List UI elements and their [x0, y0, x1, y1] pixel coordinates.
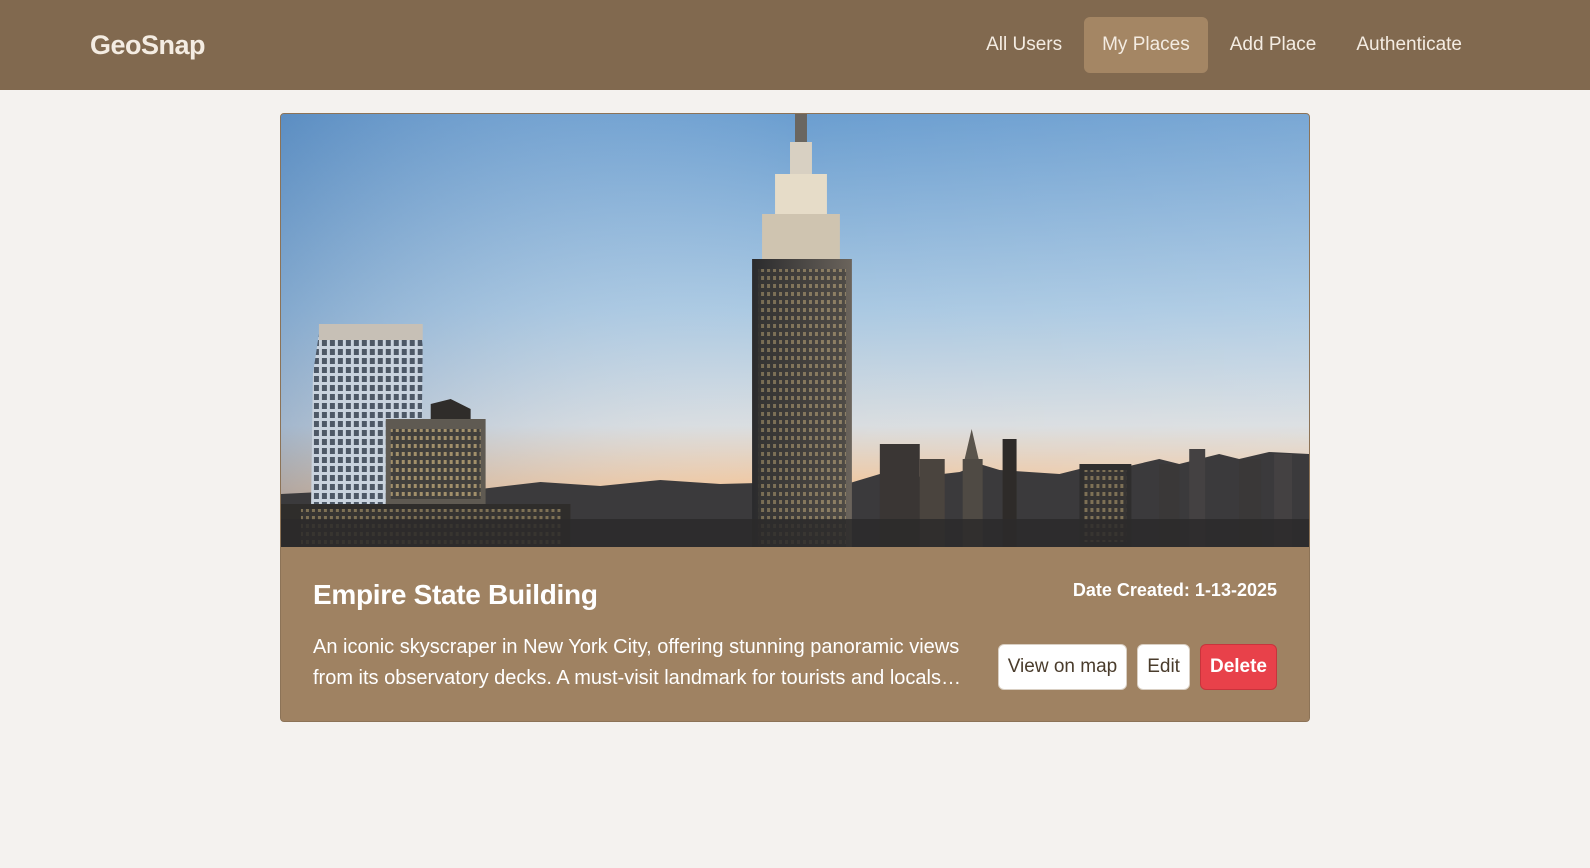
app-logo[interactable]: GeoSnap: [90, 30, 206, 61]
navbar: GeoSnap All Users My Places Add Place Au…: [0, 0, 1590, 90]
place-description: An iconic skyscraper in New York City, o…: [313, 636, 960, 689]
place-card-body: Empire State Building Date Created: 1-13…: [281, 547, 1309, 721]
place-title: Empire State Building: [313, 579, 598, 610]
edit-button[interactable]: Edit: [1137, 644, 1190, 690]
date-created: Date Created: 1-13-2025: [1072, 580, 1277, 600]
nav-link-all-users[interactable]: All Users: [968, 17, 1080, 73]
view-on-map-button[interactable]: View on map: [997, 644, 1128, 690]
nav-link-my-places[interactable]: My Places: [1084, 17, 1208, 73]
nav-links: All Users My Places Add Place Authentica…: [968, 17, 1480, 73]
nav-link-authenticate[interactable]: Authenticate: [1338, 17, 1480, 73]
place-image: [281, 114, 1309, 547]
nav-link-add-place[interactable]: Add Place: [1212, 17, 1335, 73]
place-card: Empire State Building Date Created: 1-13…: [280, 113, 1310, 722]
place-actions: View on map Edit Delete: [997, 644, 1277, 690]
delete-button[interactable]: Delete: [1199, 644, 1277, 690]
